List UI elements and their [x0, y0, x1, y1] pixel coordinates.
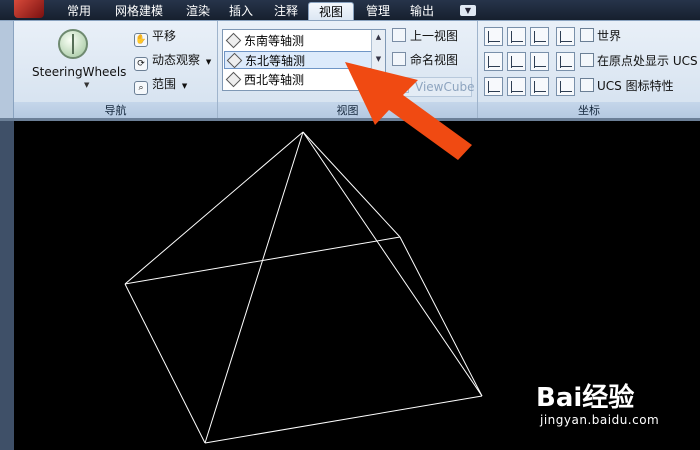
pyramid-edge	[302, 131, 401, 238]
pyramid-base-edge	[399, 236, 483, 397]
pyramid-base-edge	[124, 236, 401, 285]
pyramid-edge	[124, 131, 304, 285]
watermark-url: jingyan.baidu.com	[540, 413, 660, 427]
watermark: Bai经验 jingyan.baidu.com	[536, 373, 686, 435]
pyramid-edge	[204, 131, 304, 444]
watermark-brand: Bai经验	[536, 383, 635, 413]
pyramid-base-edge	[124, 283, 206, 444]
pyramid-edge	[302, 131, 483, 397]
pyramid-base-edge	[204, 395, 483, 444]
